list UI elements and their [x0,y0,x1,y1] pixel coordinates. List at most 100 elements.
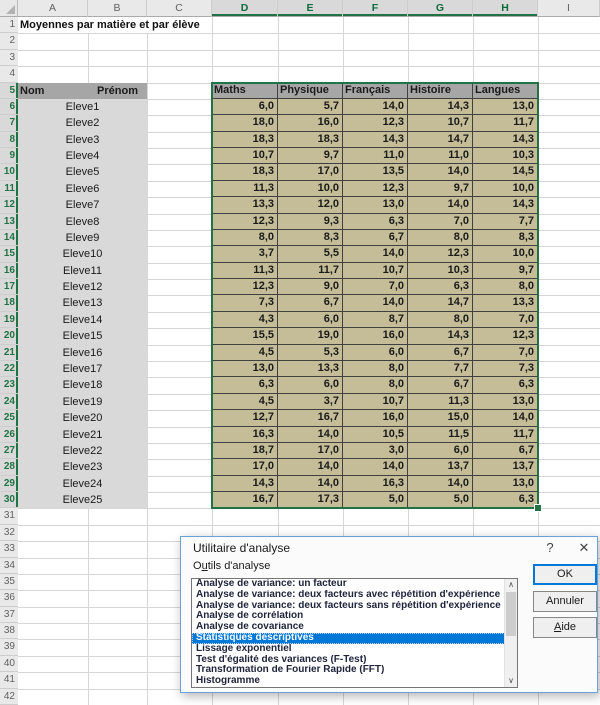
listbox-scrollbar[interactable]: ∧ ∨ [504,579,517,687]
row-header-9[interactable]: 9 [0,148,18,165]
row-header-16[interactable]: 16 [0,262,18,280]
cell-grade[interactable]: 7,0 [473,311,538,329]
cell-student-Eleve16[interactable]: Eleve16 [18,344,147,361]
column-header-E[interactable]: E [278,0,343,17]
cell-grade[interactable]: 6,0 [278,311,343,329]
help-button[interactable]: Aide [533,617,597,638]
cell-student-Eleve6[interactable]: Eleve6 [18,180,147,198]
cell-grade[interactable]: 8,7 [343,311,408,329]
cell-grade[interactable]: 3,0 [343,442,408,460]
cell-grade[interactable]: 6,7 [343,229,408,247]
cell-grade[interactable]: 18,0 [212,115,278,132]
column-header-G[interactable]: G [408,0,473,17]
cell-student-Eleve20[interactable]: Eleve20 [18,410,147,427]
cell-grade[interactable]: 14,0 [278,475,343,493]
row-header-5[interactable]: 5 [0,82,18,99]
cell-grade[interactable]: 9,3 [278,213,343,230]
cell-grade[interactable]: 13,3 [278,361,343,378]
row-header-41[interactable]: 41 [0,672,18,689]
row-header-6[interactable]: 6 [0,98,18,116]
cell-grade[interactable]: 10,0 [278,180,343,198]
help-icon[interactable]: ? [537,539,563,557]
cell-grade[interactable]: 14,0 [408,197,473,214]
cell-student-Eleve9[interactable]: Eleve9 [18,229,147,247]
cell-grade[interactable]: 14,0 [343,246,408,263]
row-header-15[interactable]: 15 [0,246,18,263]
row-header-35[interactable]: 35 [0,573,18,591]
row-header-39[interactable]: 39 [0,639,18,656]
cell-grade[interactable]: 18,3 [212,164,278,181]
column-header-B[interactable]: B [88,0,147,17]
row-header-22[interactable]: 22 [0,361,18,378]
cell-grade[interactable]: 4,5 [212,344,278,361]
cell-grade[interactable]: 5,5 [278,246,343,263]
tool-item[interactable]: Analyse de variance: deux facteurs sans … [192,601,517,612]
cell-student-Eleve10[interactable]: Eleve10 [18,246,147,263]
cell-student-Eleve8[interactable]: Eleve8 [18,213,147,230]
cell-grade[interactable]: 13,0 [343,197,408,214]
cancel-button[interactable]: Annuler [533,591,597,612]
cell-grade[interactable]: 13,7 [473,459,538,476]
row-header-24[interactable]: 24 [0,393,18,411]
cell-grade[interactable]: 17,0 [278,164,343,181]
cell-student-Eleve3[interactable]: Eleve3 [18,131,147,149]
row-header-12[interactable]: 12 [0,197,18,214]
cell-grade[interactable]: 6,3 [408,279,473,296]
scrollbar-thumb[interactable] [506,592,516,636]
cell-grade[interactable]: 16,0 [278,115,343,132]
cell-grade[interactable]: 14,0 [278,426,343,443]
cell-grade[interactable]: 17,3 [278,492,343,509]
row-header-2[interactable]: 2 [0,33,18,50]
cell-grade[interactable]: 10,7 [212,148,278,165]
cell-grade[interactable]: 18,3 [212,131,278,149]
cell-grade[interactable]: 11,7 [473,426,538,443]
cell-grade[interactable]: 18,7 [212,442,278,460]
cell-grade[interactable]: 16,7 [278,410,343,427]
cell-grade[interactable]: 11,3 [408,393,473,411]
grade-header-Maths[interactable]: Maths [212,82,278,99]
cell-grade[interactable]: 10,5 [343,426,408,443]
cell-grade[interactable]: 11,3 [212,180,278,198]
cell-grade[interactable]: 13,0 [212,361,278,378]
cell-grade[interactable]: 14,0 [343,98,408,116]
cell-grade[interactable]: 12,3 [212,279,278,296]
cell-grade[interactable]: 6,7 [408,377,473,394]
cell-grade[interactable]: 10,7 [408,115,473,132]
cell-grade[interactable]: 6,3 [212,377,278,394]
row-header-34[interactable]: 34 [0,557,18,574]
column-header-A[interactable]: A [18,0,88,17]
cell-grade[interactable]: 14,3 [473,131,538,149]
row-header-33[interactable]: 33 [0,541,18,558]
cell-grade[interactable]: 8,3 [473,229,538,247]
scroll-down-icon[interactable]: ∨ [505,675,517,687]
row-header-37[interactable]: 37 [0,606,18,624]
cell-grade[interactable]: 14,0 [408,475,473,493]
cell-grade[interactable]: 12,3 [343,180,408,198]
grade-header-Français[interactable]: Français [343,82,408,99]
column-header-D[interactable]: D [212,0,278,17]
tool-item[interactable]: Lissage exponentiel [192,644,517,655]
cell-grade[interactable]: 14,3 [343,131,408,149]
row-header-20[interactable]: 20 [0,328,18,345]
cell-grade[interactable]: 11,0 [408,148,473,165]
cell-grade[interactable]: 13,3 [473,295,538,312]
cell-grade[interactable]: 14,0 [408,164,473,181]
cell-grade[interactable]: 16,7 [212,492,278,509]
cell-grade[interactable]: 8,0 [473,279,538,296]
cell-grade[interactable]: 8,0 [343,361,408,378]
cell-grade[interactable]: 9,0 [278,279,343,296]
row-header-29[interactable]: 29 [0,475,18,493]
cell-title[interactable]: Moyennes par matière et par élève [18,17,212,34]
cell-grade[interactable]: 15,0 [408,410,473,427]
cell-grade[interactable]: 8,0 [343,377,408,394]
cell-grade[interactable]: 3,7 [278,393,343,411]
cell-grade[interactable]: 13,3 [212,197,278,214]
cell-grade[interactable]: 13,0 [473,475,538,493]
cell-grade[interactable]: 10,0 [473,180,538,198]
cell-grade[interactable]: 12,3 [473,328,538,345]
cell-student-Eleve12[interactable]: Eleve12 [18,279,147,296]
cell-student-Eleve1[interactable]: Eleve1 [18,98,147,116]
row-header-25[interactable]: 25 [0,410,18,427]
cell-grade[interactable]: 14,5 [473,164,538,181]
cell-grade[interactable]: 14,3 [212,475,278,493]
